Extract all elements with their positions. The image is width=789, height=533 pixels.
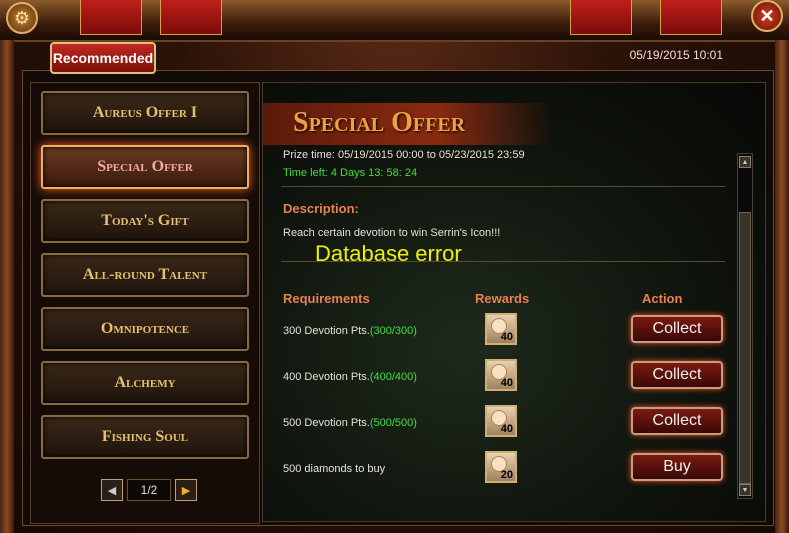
sidebar-item-all-round-talent[interactable]: All-round Talent bbox=[41, 253, 249, 297]
reward-item-icon[interactable]: 40 bbox=[485, 313, 517, 345]
tab-recommended[interactable]: Recommended bbox=[50, 42, 156, 74]
action-header: Action bbox=[642, 291, 683, 306]
requirement-row-3: 500 Devotion Pts.(500/500) bbox=[283, 417, 417, 429]
requirement-row-4: 500 diamonds to buy bbox=[283, 463, 385, 475]
banner-left-2 bbox=[160, 0, 222, 35]
banner-right-2 bbox=[660, 0, 722, 35]
sidebar-item-omnipotence[interactable]: Omnipotence bbox=[41, 307, 249, 351]
collect-button[interactable]: Collect bbox=[631, 315, 723, 343]
next-page-icon[interactable]: ▶ bbox=[175, 479, 197, 501]
title-ribbon: Special Offer bbox=[263, 103, 553, 145]
divider bbox=[281, 186, 725, 187]
rewards-header: Rewards bbox=[475, 291, 530, 306]
prev-page-icon[interactable]: ◀ bbox=[101, 479, 123, 501]
reward-item-icon[interactable]: 40 bbox=[485, 359, 517, 391]
reward-count: 40 bbox=[500, 423, 513, 435]
reward-item-icon[interactable]: 20 bbox=[485, 451, 517, 483]
collect-button[interactable]: Collect bbox=[631, 407, 723, 435]
requirement-text: 400 Devotion Pts. bbox=[283, 371, 370, 383]
description-label: Description: bbox=[283, 201, 359, 216]
banner-right bbox=[570, 0, 632, 35]
sidebar-item-aureus-offer[interactable]: Aureus Offer I bbox=[41, 91, 249, 135]
sidebar-item-fishing-soul[interactable]: Fishing Soul bbox=[41, 415, 249, 459]
reward-count: 20 bbox=[500, 469, 513, 481]
requirement-text: 500 Devotion Pts. bbox=[283, 417, 370, 429]
collect-button[interactable]: Collect bbox=[631, 361, 723, 389]
requirement-row-1: 300 Devotion Pts.(300/300) bbox=[283, 325, 417, 337]
reward-count: 40 bbox=[500, 331, 513, 343]
scroll-thumb[interactable] bbox=[739, 212, 751, 484]
banner-left bbox=[80, 0, 142, 35]
requirements-header: Requirements bbox=[283, 291, 370, 306]
reward-count: 40 bbox=[500, 377, 513, 389]
prize-time: Prize time: 05/19/2015 00:00 to 05/23/20… bbox=[283, 149, 525, 161]
offer-scroll-area: Prize time: 05/19/2015 00:00 to 05/23/20… bbox=[263, 145, 737, 515]
offer-sidebar: Aureus Offer I Special Offer Today's Gif… bbox=[30, 82, 260, 524]
requirement-text: 300 Devotion Pts. bbox=[283, 325, 370, 337]
requirement-progress: (300/300) bbox=[369, 325, 417, 337]
page-title: Special Offer bbox=[293, 107, 466, 138]
event-window: ⚙ ✕ Recommended 05/19/2015 10:01 Aureus … bbox=[0, 0, 789, 533]
scroll-up-icon[interactable]: ▲ bbox=[739, 156, 751, 168]
requirement-progress: (500/500) bbox=[369, 417, 417, 429]
time-left: Time left: 4 Days 13: 58: 24 bbox=[283, 167, 418, 179]
scrollbar[interactable]: ▲ ▼ bbox=[737, 153, 753, 499]
page-indicator: 1/2 bbox=[127, 479, 171, 501]
requirement-text: 500 diamonds to buy bbox=[283, 463, 386, 475]
description-text: Reach certain devotion to win Serrin's I… bbox=[283, 227, 501, 239]
sidebar-item-alchemy[interactable]: Alchemy bbox=[41, 361, 249, 405]
left-pillar bbox=[0, 40, 14, 533]
settings-gear-icon[interactable]: ⚙ bbox=[6, 2, 38, 34]
close-icon[interactable]: ✕ bbox=[751, 0, 783, 32]
scroll-down-icon[interactable]: ▼ bbox=[739, 484, 751, 496]
buy-button[interactable]: Buy bbox=[631, 453, 723, 481]
reward-item-icon[interactable]: 40 bbox=[485, 405, 517, 437]
database-error-message: Database error bbox=[315, 241, 462, 266]
sidebar-item-special-offer[interactable]: Special Offer bbox=[41, 145, 249, 189]
requirement-progress: (400/400) bbox=[369, 371, 417, 383]
divider bbox=[281, 261, 725, 262]
requirement-row-2: 400 Devotion Pts.(400/400) bbox=[283, 371, 417, 383]
offer-detail-panel: Special Offer Prize time: 05/19/2015 00:… bbox=[262, 82, 766, 522]
sidebar-item-todays-gift[interactable]: Today's Gift bbox=[41, 199, 249, 243]
server-datetime: 05/19/2015 10:01 bbox=[629, 48, 723, 62]
sidebar-pager: ◀ 1/2 ▶ bbox=[101, 479, 197, 501]
right-pillar bbox=[775, 40, 789, 533]
